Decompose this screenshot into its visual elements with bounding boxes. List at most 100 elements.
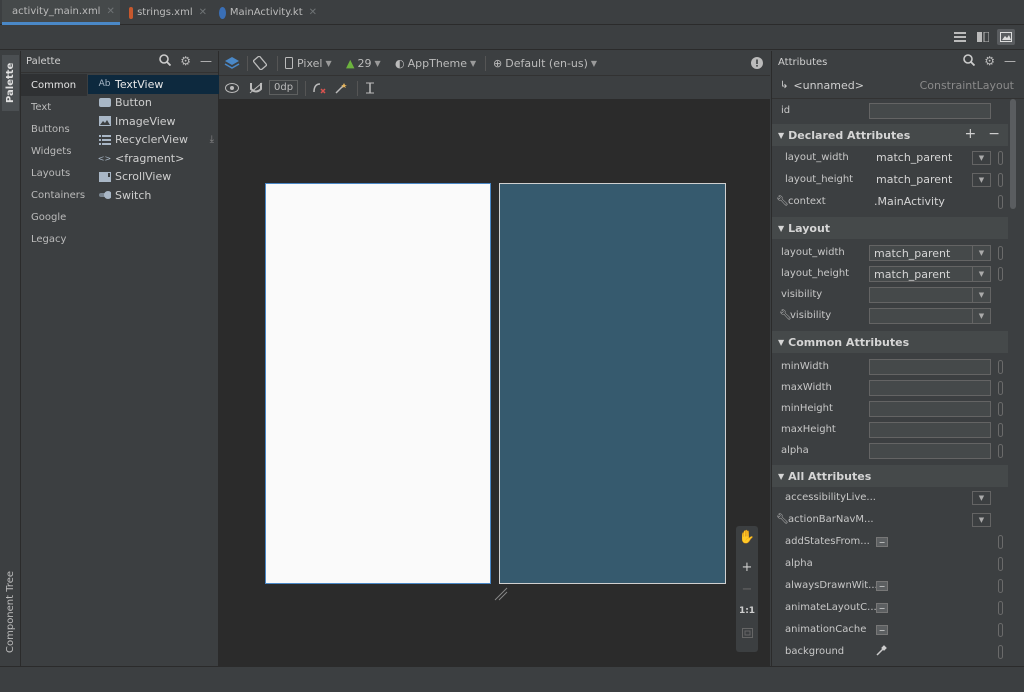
maxheight-input[interactable]: [869, 422, 991, 438]
chevron-down-icon[interactable]: ▼: [972, 309, 990, 323]
orientation-icon[interactable]: [253, 51, 267, 75]
widget-fragment[interactable]: <> <fragment>: [88, 149, 219, 168]
category-legacy[interactable]: Legacy: [21, 228, 87, 250]
alpha-input[interactable]: [869, 443, 991, 459]
widget-recyclerview[interactable]: RecyclerView ⤓: [88, 131, 219, 150]
add-icon[interactable]: +: [965, 126, 977, 142]
device-selector[interactable]: Pixel ▼: [285, 51, 332, 75]
attr-options-icon[interactable]: [998, 381, 1003, 395]
flag-toggle-button[interactable]: −: [876, 603, 888, 613]
attributes-scrollbar[interactable]: [1010, 99, 1016, 209]
zoom-fit-icon[interactable]: [736, 622, 758, 644]
minheight-input[interactable]: [869, 401, 991, 417]
attr-options-icon[interactable]: [998, 402, 1003, 416]
design-canvas[interactable]: ✋ + − 1:1: [219, 100, 770, 666]
attr-options-icon[interactable]: [998, 623, 1003, 637]
layout-width-combo[interactable]: match_parent ▼: [869, 245, 991, 261]
widget-button[interactable]: Button: [88, 94, 219, 113]
visibility-combo[interactable]: ▼: [869, 287, 991, 303]
layout-section[interactable]: ▼ Layout: [772, 217, 1008, 239]
attr-value[interactable]: .MainActivity: [874, 195, 945, 208]
category-containers[interactable]: Containers: [21, 184, 87, 206]
attr-options-icon[interactable]: [998, 535, 1003, 549]
infer-constraints-icon[interactable]: [334, 76, 348, 99]
warning-icon[interactable]: [751, 51, 763, 75]
code-view-icon[interactable]: [951, 29, 969, 45]
category-widgets[interactable]: Widgets: [21, 140, 87, 162]
baseline-icon[interactable]: [365, 76, 375, 99]
category-google[interactable]: Google: [21, 206, 87, 228]
gear-icon[interactable]: ⚙: [180, 54, 191, 69]
clear-constraints-icon[interactable]: [312, 76, 326, 99]
maxwidth-input[interactable]: [869, 380, 991, 396]
chevron-down-icon[interactable]: ▼: [972, 288, 990, 302]
common-attributes-section[interactable]: ▼ Common Attributes: [772, 331, 1008, 353]
flag-toggle-button[interactable]: −: [876, 581, 888, 591]
minimize-icon[interactable]: —: [1004, 54, 1016, 69]
magnet-off-icon[interactable]: [249, 76, 263, 99]
default-margin-field[interactable]: 0dp: [269, 76, 299, 99]
attr-options-icon[interactable]: [998, 195, 1003, 209]
tools-visibility-combo[interactable]: ▼: [869, 308, 991, 324]
eyedropper-icon[interactable]: [876, 645, 887, 659]
category-buttons[interactable]: Buttons: [21, 118, 87, 140]
attr-options-icon[interactable]: [998, 579, 1003, 593]
attr-options-icon[interactable]: [998, 601, 1003, 615]
layers-icon[interactable]: [224, 51, 240, 75]
attr-options-icon[interactable]: [998, 246, 1003, 260]
tab-activity-main[interactable]: activity_main.xml ✕: [2, 0, 120, 25]
design-surface[interactable]: [265, 183, 491, 584]
widget-scrollview[interactable]: ScrollView: [88, 168, 219, 187]
gear-icon[interactable]: ⚙: [984, 54, 995, 69]
tab-mainactivity[interactable]: MainActivity.kt ✕: [213, 0, 323, 25]
layout-height-combo[interactable]: match_parent ▼: [869, 266, 991, 282]
design-view-icon[interactable]: [997, 29, 1015, 45]
blueprint-surface[interactable]: [499, 183, 726, 584]
attr-options-icon[interactable]: [998, 444, 1003, 458]
search-icon[interactable]: [963, 54, 976, 69]
api-selector[interactable]: ▲ 29 ▼: [346, 51, 381, 75]
attr-options-icon[interactable]: [998, 423, 1003, 437]
widget-switch[interactable]: Switch: [88, 186, 219, 205]
split-view-icon[interactable]: [974, 29, 992, 45]
zoom-out-icon[interactable]: −: [736, 578, 758, 600]
zoom-in-icon[interactable]: +: [736, 556, 758, 578]
chevron-down-icon[interactable]: ▼: [972, 491, 991, 505]
attr-options-icon[interactable]: [998, 557, 1003, 571]
category-common[interactable]: Common: [21, 74, 87, 96]
category-text[interactable]: Text: [21, 96, 87, 118]
zoom-actual-size-button[interactable]: 1:1: [736, 600, 758, 622]
minwidth-input[interactable]: [869, 359, 991, 375]
attr-options-icon[interactable]: [998, 151, 1003, 165]
theme-selector[interactable]: ◐ AppTheme ▼: [395, 51, 476, 75]
attr-options-icon[interactable]: [998, 645, 1003, 659]
flag-toggle-button[interactable]: −: [876, 537, 888, 547]
component-tree-side-tab[interactable]: Component Tree: [2, 564, 19, 659]
palette-side-tab[interactable]: Palette: [2, 55, 19, 111]
remove-icon[interactable]: −: [988, 126, 1000, 142]
close-icon[interactable]: ✕: [199, 7, 207, 18]
download-icon[interactable]: ⤓: [210, 134, 214, 145]
chevron-down-icon[interactable]: ▼: [972, 267, 990, 281]
attr-options-icon[interactable]: [998, 267, 1003, 281]
chevron-down-icon[interactable]: ▼: [972, 151, 991, 165]
close-icon[interactable]: ✕: [106, 6, 114, 17]
category-layouts[interactable]: Layouts: [21, 162, 87, 184]
widget-textview[interactable]: Ab TextView: [88, 75, 219, 94]
attr-value[interactable]: match_parent: [876, 173, 952, 186]
pan-hand-icon[interactable]: ✋: [736, 526, 758, 548]
resize-handle-icon[interactable]: [493, 586, 509, 602]
chevron-down-icon[interactable]: ▼: [972, 173, 991, 187]
attr-options-icon[interactable]: [998, 360, 1003, 374]
search-icon[interactable]: [159, 54, 172, 69]
widget-imageview[interactable]: ImageView: [88, 112, 219, 131]
chevron-down-icon[interactable]: ▼: [972, 246, 990, 260]
declared-attributes-section[interactable]: ▼ Declared Attributes + −: [772, 124, 1008, 146]
all-attributes-section[interactable]: ▼ All Attributes: [772, 465, 1008, 487]
locale-selector[interactable]: ⊕ Default (en-us) ▼: [493, 51, 597, 75]
chevron-down-icon[interactable]: ▼: [972, 513, 991, 527]
close-icon[interactable]: ✕: [309, 7, 317, 18]
attr-value[interactable]: match_parent: [876, 151, 952, 164]
eye-icon[interactable]: [225, 76, 239, 99]
minimize-icon[interactable]: —: [200, 54, 212, 69]
